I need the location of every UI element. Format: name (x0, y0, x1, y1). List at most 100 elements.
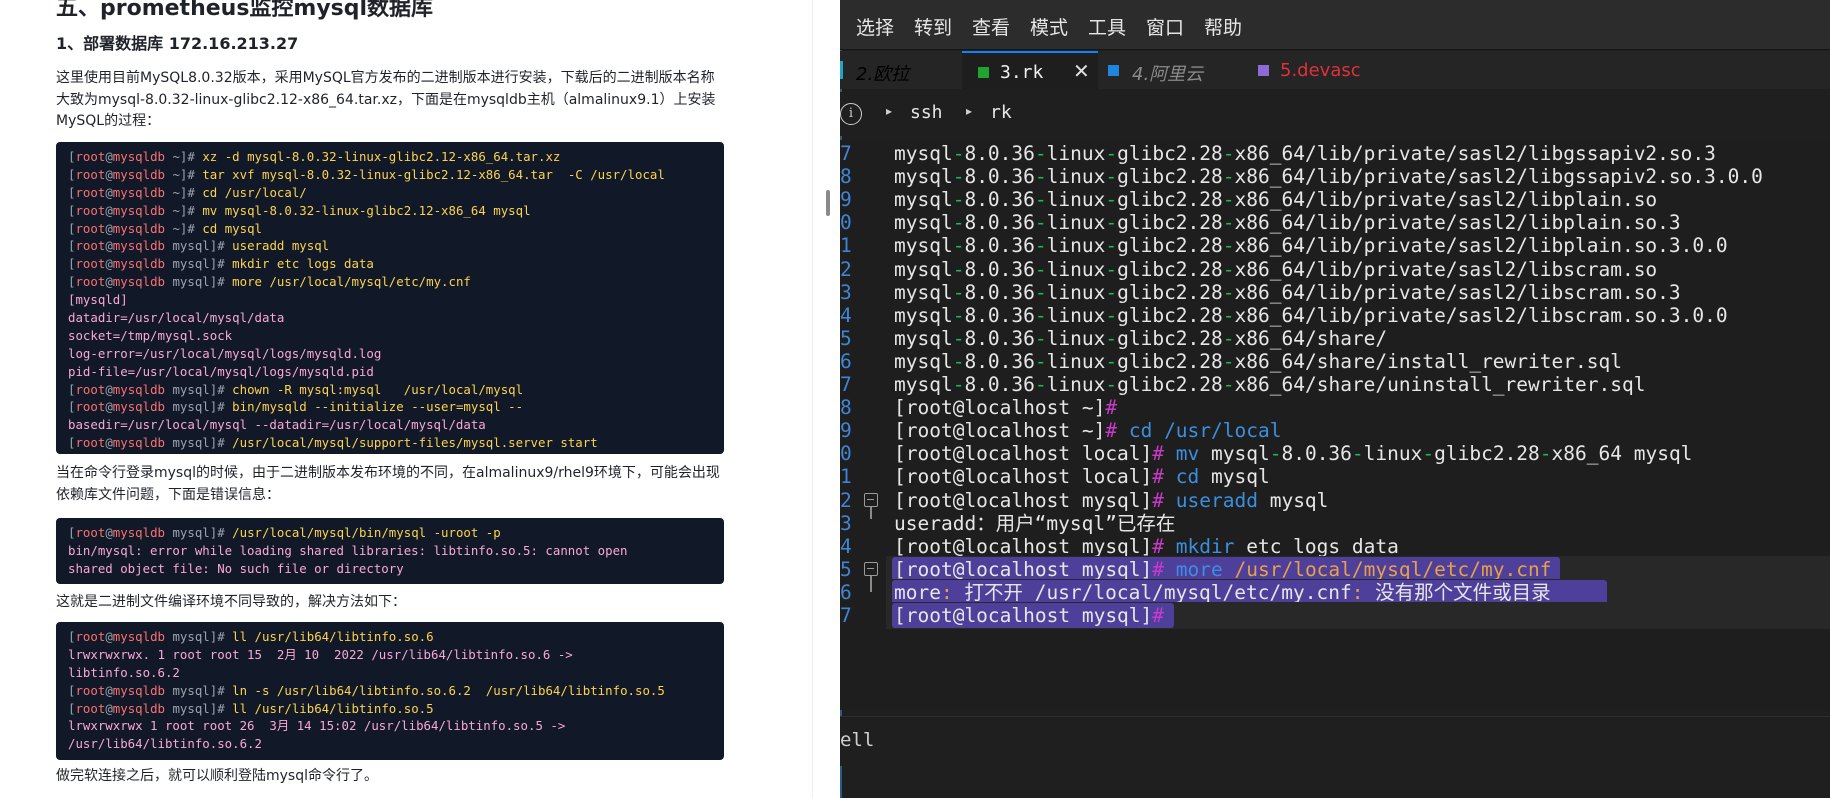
line-segment: linux (1046, 188, 1106, 212)
line-segment: mysql (894, 326, 953, 350)
menu-goto[interactable]: 转到 (914, 13, 952, 40)
prompt-part: ~ (165, 220, 180, 236)
prompt-part: @ (105, 381, 113, 397)
prompt-part: mysql (165, 256, 210, 272)
fold-toggle-icon[interactable] (864, 561, 878, 576)
line-segment: # (1105, 396, 1118, 420)
line-segment: useradd (1175, 488, 1258, 512)
terminal-line: 7 [root@localhost mysql]# (840, 602, 1830, 629)
prompt-part: mysqldb (112, 435, 165, 451)
line-segment: more (894, 580, 941, 604)
code-line: log-error=/usr/local/mysql/logs/mysqld.l… (68, 345, 712, 363)
line-segment: - (1034, 211, 1047, 235)
line-number: 7 (840, 604, 852, 627)
line-segment: - (952, 257, 965, 281)
line-segment: : (940, 580, 953, 604)
prompt-part: mysql (165, 682, 210, 698)
line-segment: mysql (894, 373, 953, 396)
line-segment: x86_64/share/install_rewriter.sql (1234, 349, 1622, 373)
line-segment: 8.0.36 (964, 211, 1035, 235)
menu-window[interactable]: 窗口 (1146, 13, 1184, 40)
prompt-part: mysqldb (112, 238, 165, 254)
line-segment (1164, 535, 1176, 558)
code-block-install[interactable]: [root@mysqldb ~]# xz -d mysql-8.0.32-lin… (56, 142, 724, 454)
tab-euler[interactable]: 2.欧拉 (840, 51, 960, 89)
line-segment: glibc2.28 (1117, 211, 1223, 235)
prompt-part: root (75, 184, 106, 200)
terminal-window: 选择 转到 查看 模式 工具 窗口 帮助 2.欧拉 3.rk ✕ 4.阿里云 5… (840, 0, 1830, 798)
line-segment: - (1105, 373, 1118, 396)
prompt-part: @ (105, 220, 113, 236)
code-command: tar xvf mysql-8.0.32-linux-glibc2.12-x86… (202, 166, 665, 182)
prompt-part: ~ (165, 202, 180, 218)
line-segment: linux (1046, 257, 1106, 281)
prompt-part: @ (105, 202, 113, 218)
line-segment: x86_64/lib/private/sasl2/libplain.so (1234, 188, 1658, 212)
line-segment: [root@localhost mysql] (894, 488, 1153, 512)
line-segment: - (1105, 188, 1118, 212)
code-output: basedir=/usr/local/mysql --datadir=/usr/… (68, 417, 486, 433)
splitter-handle[interactable] (826, 190, 830, 216)
line-segment: - (1222, 188, 1235, 212)
prompt-part: ]# (209, 629, 233, 644)
code-command: ll /usr/lib64/libtinfo.so.6 (232, 629, 434, 644)
line-segment (1223, 558, 1235, 581)
line-segment: mysql (894, 211, 953, 235)
line-segment: 8.0.36 (964, 373, 1035, 396)
line-segment: mysql (894, 303, 953, 327)
line-segment: glibc2.28 (1117, 188, 1223, 212)
prompt-part: @ (105, 399, 113, 415)
line-segment: [root@localhost ~] (894, 419, 1106, 443)
prompt-part: mysql (165, 274, 210, 290)
line-segment: - (1034, 234, 1047, 258)
code-command: mv mysql-8.0.32-linux-glibc2.12-x86_64 m… (202, 202, 531, 218)
line-segment: mv (1175, 442, 1200, 466)
prompt-part: root (75, 256, 106, 272)
code-output: lrwxrwxrwx. 1 root root 15 2月 10 2022 /u… (68, 646, 573, 662)
code-command: bin/mysqld --initialize --user=mysql -- (232, 399, 524, 415)
tab-aliyun[interactable]: 4.阿里云 (1102, 51, 1238, 89)
code-line: bin/mysql: error while loading shared li… (68, 542, 712, 560)
tab-devasc[interactable]: 5.devasc (1240, 51, 1380, 89)
line-segment: - (952, 142, 965, 165)
paragraph-error: 当在命令行登录mysql的时候，由于二进制版本发布环境的不同，在almalinu… (56, 465, 720, 503)
line-segment: glibc2.28 (1117, 142, 1223, 165)
breadcrumb-ssh[interactable]: ssh (910, 102, 943, 123)
prompt-part: root (75, 629, 106, 644)
terminal-output[interactable]: 7 mysql-8.0.36-linux-glibc2.28-x86_64/lib… (840, 140, 1830, 710)
prompt-part: mysqldb (112, 682, 165, 698)
line-segment: 8.0.36 (964, 257, 1035, 281)
fold-toggle-icon[interactable] (864, 492, 878, 507)
article-title: 五、prometheus监控mysql数据库 (56, 0, 434, 21)
code-output: pid-file=/usr/local/mysql/logs/mysqld.pi… (68, 363, 374, 379)
menu-help[interactable]: 帮助 (1204, 13, 1242, 40)
line-segment: - (1105, 303, 1118, 327)
line-segment: etc logs data (1234, 534, 1399, 558)
line-segment: x86_64/share/ (1234, 326, 1388, 350)
line-segment: 8.0.36 (964, 165, 1035, 189)
code-line: pid-file=/usr/local/mysql/logs/mysqld.pi… (68, 363, 712, 381)
line-segment: - (1105, 142, 1118, 165)
line-segment: glibc2.28 (1117, 165, 1223, 189)
info-icon[interactable]: i (840, 103, 862, 125)
line-segment: - (1222, 257, 1235, 281)
line-segment: glibc2.28 (1117, 280, 1223, 304)
menu-select[interactable]: 选择 (856, 13, 894, 40)
code-line: [root@mysqldb mysql]# mkdir etc logs dat… (68, 255, 712, 273)
code-line: [mysqld] (68, 291, 712, 309)
prompt-part: ]# (179, 149, 203, 164)
code-block-fix[interactable]: [root@mysqldb mysql]# ll /usr/lib64/libt… (56, 622, 724, 760)
prompt-part: ]# (209, 525, 233, 540)
prompt-part: ]# (179, 220, 203, 236)
prompt-part: root (75, 238, 106, 254)
tab-rk[interactable]: 3.rk ✕ (962, 51, 1098, 89)
breadcrumb-rk[interactable]: rk (990, 102, 1012, 123)
close-icon[interactable]: ✕ (1073, 59, 1090, 83)
code-block-error[interactable]: [root@mysqldb mysql]# /usr/local/mysql/b… (56, 518, 724, 584)
pane-splitter[interactable] (812, 0, 840, 798)
tab-color-icon (1258, 65, 1269, 76)
menu-view[interactable]: 查看 (972, 13, 1010, 40)
line-segment: - (1222, 349, 1235, 373)
menu-mode[interactable]: 模式 (1030, 13, 1068, 40)
menu-tools[interactable]: 工具 (1088, 13, 1126, 40)
